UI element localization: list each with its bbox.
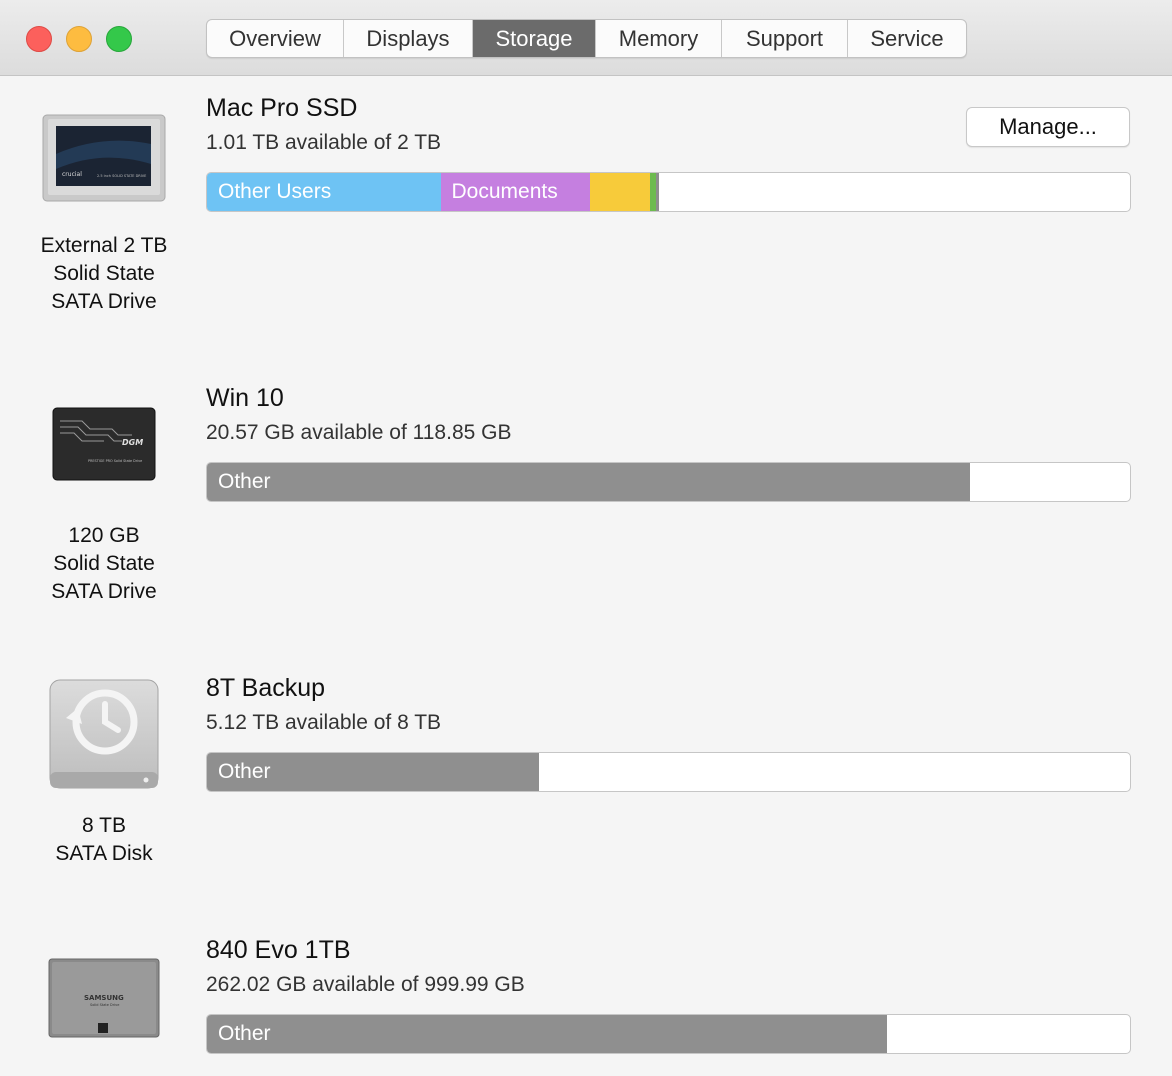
volume-name: Win 10 bbox=[206, 384, 284, 412]
dgm-brand: DGM bbox=[122, 438, 143, 447]
tab-memory[interactable]: Memory bbox=[596, 20, 722, 57]
storage-bar: Other Users Documents bbox=[206, 172, 1131, 212]
zoom-window-button[interactable] bbox=[106, 26, 132, 52]
tab-service[interactable]: Service bbox=[848, 20, 966, 57]
tab-overview[interactable]: Overview bbox=[207, 20, 344, 57]
storage-segment[interactable] bbox=[655, 173, 660, 211]
crucial-brand: crucial bbox=[62, 171, 82, 178]
volume-available: 262.02 GB available of 999.99 GB bbox=[206, 973, 525, 996]
crucial-ssd-icon: crucial 2.5 inch SOLID STATE DRIVE bbox=[42, 114, 166, 202]
volume-name: Mac Pro SSD bbox=[206, 94, 358, 122]
storage-segment-label: Other bbox=[218, 470, 271, 493]
storage-bar: Other bbox=[206, 752, 1131, 792]
storage-segment-label: Other bbox=[218, 760, 271, 783]
storage-segment[interactable]: Other Users bbox=[207, 173, 441, 211]
storage-segment-label: Documents bbox=[451, 180, 558, 203]
storage-segment-label: Other Users bbox=[218, 180, 332, 203]
manage-button[interactable]: Manage... bbox=[966, 107, 1130, 147]
samsung-brand: SAMSUNG bbox=[84, 994, 124, 1002]
drive-description: External 2 TB Solid State SATA Drive bbox=[40, 234, 168, 313]
storage-segment[interactable]: Other bbox=[207, 463, 971, 501]
crucial-model: 2.5 inch SOLID STATE DRIVE bbox=[97, 174, 146, 178]
time-machine-disk-icon bbox=[49, 679, 159, 789]
samsung-model: Solid State Drive bbox=[90, 1003, 119, 1007]
volume-available: 5.12 TB available of 8 TB bbox=[206, 711, 442, 734]
tab-support[interactable]: Support bbox=[722, 20, 848, 57]
dgm-ssd-icon: DGM PRESTIGE PRO Solid State Drive bbox=[52, 407, 156, 481]
samsung-ssd-icon: SAMSUNG Solid State Drive bbox=[48, 958, 160, 1038]
drive-description: 8 TB SATA Disk bbox=[55, 814, 153, 865]
volume-name: 8T Backup bbox=[206, 674, 326, 702]
title-bar: Overview Displays Storage Memory Support… bbox=[0, 0, 1172, 76]
storage-segment[interactable]: Other bbox=[207, 1015, 888, 1053]
storage-bar: Other bbox=[206, 462, 1131, 502]
storage-segment[interactable]: Documents bbox=[440, 173, 591, 211]
volume-available: 20.57 GB available of 118.85 GB bbox=[206, 421, 512, 444]
minimize-window-button[interactable] bbox=[66, 26, 92, 52]
dgm-model: PRESTIGE PRO Solid State Drive bbox=[88, 459, 142, 463]
tab-displays[interactable]: Displays bbox=[344, 20, 473, 57]
tab-bar: Overview Displays Storage Memory Support… bbox=[206, 19, 967, 58]
storage-segment[interactable] bbox=[590, 173, 651, 211]
storage-segment[interactable]: Other bbox=[207, 753, 540, 791]
volume-available: 1.01 TB available of 2 TB bbox=[206, 131, 442, 154]
close-window-button[interactable] bbox=[26, 26, 52, 52]
drive-description: 120 GB Solid State SATA Drive bbox=[51, 524, 157, 603]
tab-storage[interactable]: Storage bbox=[473, 20, 596, 57]
storage-segment-label: Other bbox=[218, 1022, 271, 1045]
volume-name: 840 Evo 1TB bbox=[206, 936, 351, 964]
storage-bar: Other bbox=[206, 1014, 1131, 1054]
